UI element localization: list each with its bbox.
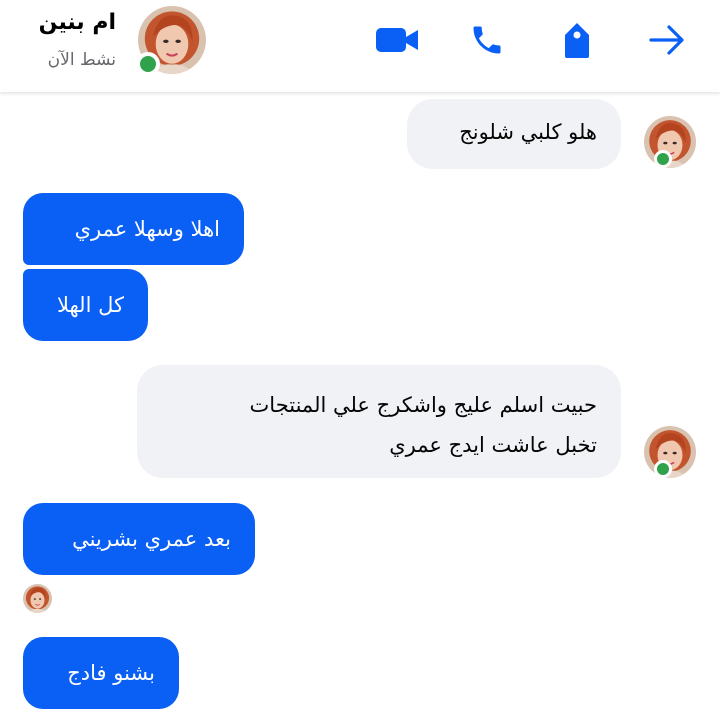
outgoing-message[interactable]: اهلا وسهلا عمري xyxy=(23,193,244,265)
incoming-message[interactable]: حبيت اسلم عليج واشكرج علي المنتجات تخبل … xyxy=(137,365,621,478)
message-text: اهلا وسهلا عمري xyxy=(74,217,220,241)
online-status-dot xyxy=(654,150,672,168)
contact-name[interactable]: ام بنين xyxy=(39,10,116,35)
video-camera-icon[interactable] xyxy=(375,20,419,60)
arrow-right-icon[interactable] xyxy=(645,20,689,60)
contact-active-status: نشط الآن xyxy=(47,50,116,70)
message-line: حبيت اسلم عليج واشكرج علي المنتجات xyxy=(249,393,597,417)
tag-icon[interactable] xyxy=(555,20,599,60)
outgoing-message[interactable]: كل الهلا xyxy=(23,269,148,341)
message-line: تخبل عاشت ايدج عمري xyxy=(389,433,597,457)
message-text: بشنو فادج xyxy=(67,661,155,685)
phone-icon[interactable] xyxy=(465,20,509,60)
read-receipt-avatar xyxy=(23,584,52,613)
online-status-dot xyxy=(136,52,160,76)
message-text: هلو كلبي شلونج xyxy=(459,120,597,144)
incoming-message[interactable]: هلو كلبي شلونج xyxy=(407,99,621,169)
message-text: كل الهلا xyxy=(56,293,124,317)
outgoing-message[interactable]: بعد عمري بشريني xyxy=(23,503,255,575)
chat-header: ام بنين نشط الآن xyxy=(0,0,720,92)
message-text: بعد عمري بشريني xyxy=(72,527,231,551)
outgoing-message[interactable]: بشنو فادج xyxy=(23,637,179,709)
online-status-dot xyxy=(654,460,672,478)
